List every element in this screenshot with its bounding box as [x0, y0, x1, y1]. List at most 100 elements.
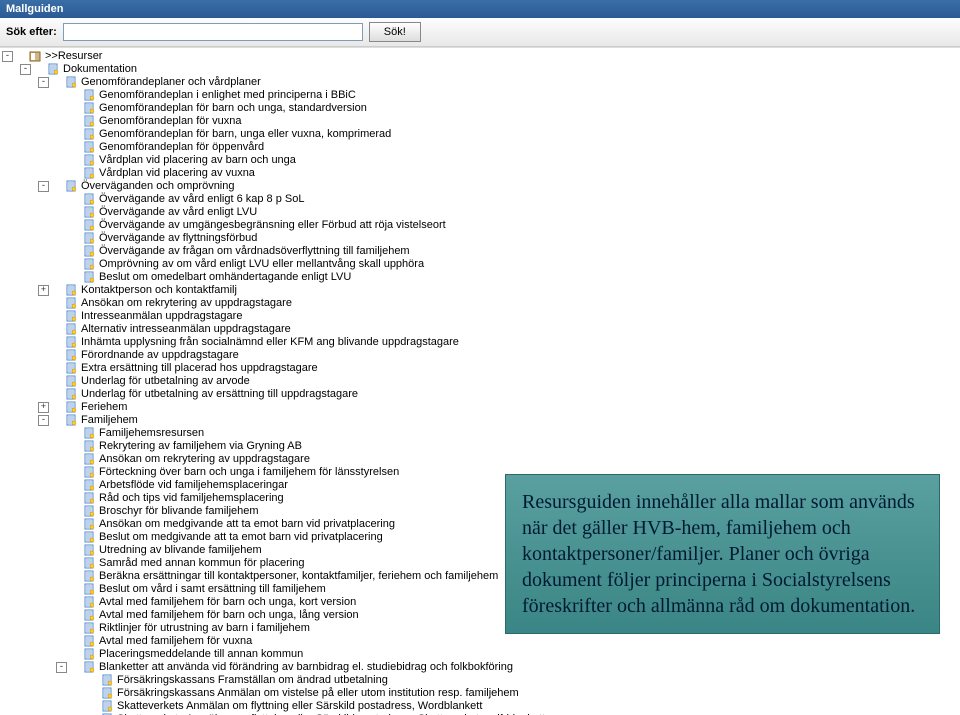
document-icon	[65, 297, 79, 310]
document-icon	[47, 63, 61, 76]
document-icon	[83, 479, 97, 492]
tree-item[interactable]: Genomförandeplan för barn och unga, stan…	[2, 102, 960, 115]
expand-icon[interactable]: +	[38, 402, 49, 413]
tree-label: Genomförandeplan i enlighet med principe…	[99, 89, 356, 102]
tree-connector	[56, 571, 67, 582]
tree-item[interactable]: Familjehemsresursen	[2, 427, 960, 440]
tree-label: Alternativ intresseanmälan uppdragstagar…	[81, 323, 291, 336]
title-text: Mallguiden	[6, 3, 63, 15]
tree-item[interactable]: Underlag för utbetalning av ersättning t…	[2, 388, 960, 401]
tree-connector	[74, 675, 85, 686]
tree-folder[interactable]: - >>Resurser	[2, 50, 960, 63]
document-icon	[65, 375, 79, 388]
tree-item[interactable]: Övervägande av umgängesbegränsning eller…	[2, 219, 960, 232]
tree-connector	[56, 90, 67, 101]
tree-label: Extra ersättning till placerad hos uppdr…	[81, 362, 318, 375]
tree-connector	[56, 636, 67, 647]
tree-item[interactable]: Övervägande av vård enligt LVU	[2, 206, 960, 219]
tree-item[interactable]: Intresseanmälan uppdragstagare	[2, 310, 960, 323]
tree-item[interactable]: Vårdplan vid placering av vuxna	[2, 167, 960, 180]
callout-text: Resursguiden innehåller alla mallar som …	[522, 491, 915, 617]
tree-item[interactable]: Vårdplan vid placering av barn och unga	[2, 154, 960, 167]
tree-connector	[56, 584, 67, 595]
tree-label: Överväganden och omprövning	[81, 180, 234, 193]
tree-connector	[56, 519, 67, 530]
document-icon	[83, 518, 97, 531]
tree-folder[interactable]: +Feriehem	[2, 401, 960, 414]
tree-connector	[56, 259, 67, 270]
document-icon	[83, 570, 97, 583]
collapse-icon[interactable]: -	[2, 51, 13, 62]
tree-item[interactable]: Omprövning av om vård enligt LVU eller m…	[2, 258, 960, 271]
tree-connector	[56, 246, 67, 257]
tree-label: Dokumentation	[63, 63, 137, 76]
tree-connector	[56, 597, 67, 608]
search-label: Sök efter:	[6, 26, 57, 38]
tree-folder[interactable]: -Familjehem	[2, 414, 960, 427]
tree-folder[interactable]: -Blanketter att använda vid förändring a…	[2, 661, 960, 674]
tree-connector	[74, 701, 85, 712]
collapse-icon[interactable]: -	[56, 662, 67, 673]
collapse-icon[interactable]: -	[38, 181, 49, 192]
tree-label: Vårdplan vid placering av vuxna	[99, 167, 255, 180]
tree-label: Försäkringskassans Framställan om ändrad…	[117, 674, 388, 687]
tree-connector	[56, 272, 67, 283]
document-icon	[65, 401, 79, 414]
collapse-icon[interactable]: -	[38, 77, 49, 88]
tree-item[interactable]: Genomförandeplan för öppenvård	[2, 141, 960, 154]
document-icon	[83, 219, 97, 232]
tree-connector	[38, 298, 49, 309]
tree-connector	[56, 116, 67, 127]
tree-folder[interactable]: +Kontaktperson och kontaktfamilj	[2, 284, 960, 297]
expand-icon[interactable]: +	[38, 285, 49, 296]
tree-item[interactable]: Underlag för utbetalning av arvode	[2, 375, 960, 388]
tree-item[interactable]: Försäkringskassans Framställan om ändrad…	[2, 674, 960, 687]
tree-label: Intresseanmälan uppdragstagare	[81, 310, 242, 323]
tree-item[interactable]: Ansökan om rekrytering av uppdragstagare	[2, 297, 960, 310]
tree-item[interactable]: Genomförandeplan för barn, unga eller vu…	[2, 128, 960, 141]
tree-label: Underlag för utbetalning av arvode	[81, 375, 250, 388]
tree-item[interactable]: Beslut om omedelbart omhändertagande enl…	[2, 271, 960, 284]
tree-folder[interactable]: - Dokumentation	[2, 63, 960, 76]
tree-folder[interactable]: - Genomförandeplaner och vårdplaner	[2, 76, 960, 89]
tree-item[interactable]: Genomförandeplan för vuxna	[2, 115, 960, 128]
document-icon	[83, 128, 97, 141]
tree-connector	[56, 103, 67, 114]
tree-label: >>Resurser	[45, 50, 102, 63]
tree-item[interactable]: Skatteverkets Anmälan om flyttning eller…	[2, 700, 960, 713]
tree-label: Genomförandeplaner och vårdplaner	[81, 76, 261, 89]
tree-item[interactable]: Rekrytering av familjehem via Gryning AB	[2, 440, 960, 453]
tree-label: Försäkringskassans Anmälan om vistelse p…	[117, 687, 519, 700]
search-input[interactable]	[63, 23, 363, 41]
tree-label: Placeringsmeddelande till annan kommun	[99, 648, 303, 661]
tree-connector	[56, 506, 67, 517]
tree-item[interactable]: Extra ersättning till placerad hos uppdr…	[2, 362, 960, 375]
tree-item[interactable]: Övervägande av flyttningsförbud	[2, 232, 960, 245]
document-icon	[83, 492, 97, 505]
tree-item[interactable]: Ansökan om rekrytering av uppdragstagare	[2, 453, 960, 466]
collapse-icon[interactable]: -	[20, 64, 31, 75]
tree-item[interactable]: Genomförandeplan i enlighet med principe…	[2, 89, 960, 102]
document-icon	[83, 622, 97, 635]
tree-label: Avtal med familjehem för barn och unga, …	[99, 609, 359, 622]
tree-label: Övervägande av vård enligt LVU	[99, 206, 257, 219]
tree-item[interactable]: Inhämta upplysning från socialnämnd elle…	[2, 336, 960, 349]
tree-folder[interactable]: - Överväganden och omprövning	[2, 180, 960, 193]
tree-item[interactable]: Övervägande av vård enligt 6 kap 8 p SoL	[2, 193, 960, 206]
tree-connector	[56, 623, 67, 634]
tree-connector	[56, 532, 67, 543]
tree-label: Övervägande av flyttningsförbud	[99, 232, 257, 245]
tree-item[interactable]: Övervägande av frågan om vårdnadsöverfly…	[2, 245, 960, 258]
tree-item[interactable]: Alternativ intresseanmälan uppdragstagar…	[2, 323, 960, 336]
tree-label: Vårdplan vid placering av barn och unga	[99, 154, 296, 167]
tree-item[interactable]: Placeringsmeddelande till annan kommun	[2, 648, 960, 661]
tree-item[interactable]: Avtal med familjehem för vuxna	[2, 635, 960, 648]
document-icon	[65, 284, 79, 297]
tree-label: Familjehemsresursen	[99, 427, 204, 440]
search-button[interactable]: Sök!	[369, 22, 421, 42]
tree-item[interactable]: Förordnande av uppdragstagare	[2, 349, 960, 362]
document-icon	[83, 245, 97, 258]
collapse-icon[interactable]: -	[38, 415, 49, 426]
tree-label: Utredning av blivande familjehem	[99, 544, 262, 557]
tree-item[interactable]: Försäkringskassans Anmälan om vistelse p…	[2, 687, 960, 700]
